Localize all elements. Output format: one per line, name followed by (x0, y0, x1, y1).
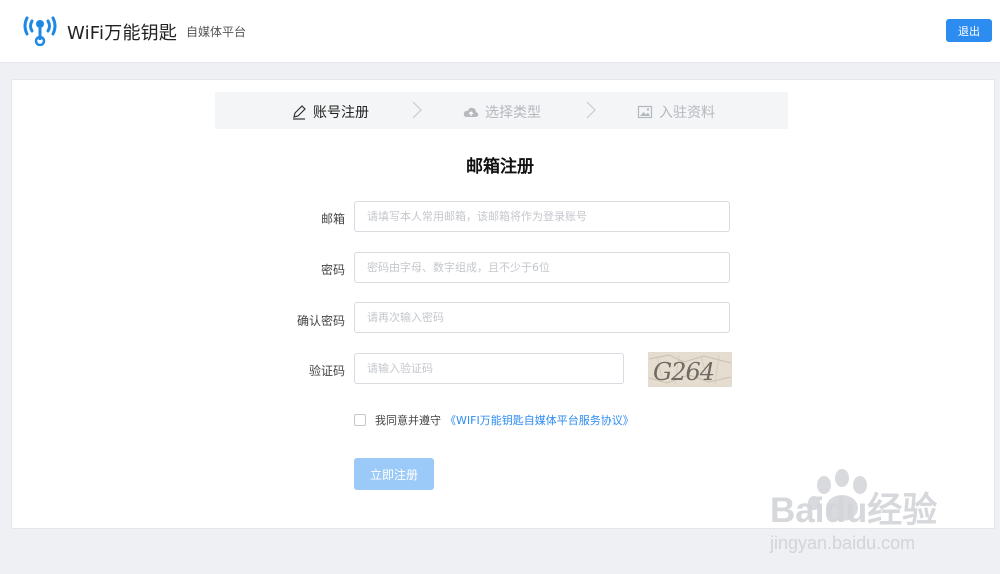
step-label: 选择类型 (485, 105, 541, 121)
chevron-right-icon (586, 101, 596, 119)
app-name: WiFi万能钥匙 (67, 23, 178, 44)
step-profile-info: 入驻资料 (637, 102, 715, 122)
wifi-key-logo-icon (23, 16, 57, 46)
service-agreement-link[interactable]: 《WIFI万能钥匙自媒体平台服务协议》 (445, 412, 634, 428)
captcha-image[interactable]: G264 (648, 352, 732, 387)
password-label: 密码 (320, 263, 345, 277)
step-account-register: 账号注册 (291, 102, 369, 122)
email-field[interactable] (354, 201, 730, 232)
captcha-text: G264 (653, 358, 714, 386)
confirm-password-field[interactable] (354, 302, 730, 333)
step-select-type: 选择类型 (463, 102, 541, 122)
agree-checkbox[interactable] (354, 414, 366, 426)
registration-steps: 账号注册 选择类型 入驻资料 (215, 92, 788, 129)
captcha-field[interactable] (354, 353, 624, 384)
agree-text: 我同意并遵守 (375, 414, 441, 427)
email-label: 邮箱 (320, 212, 345, 226)
logout-button[interactable]: 退出 (946, 19, 992, 42)
agreement-row: 我同意并遵守 《WIFI万能钥匙自媒体平台服务协议》 (354, 412, 634, 428)
chevron-right-icon (412, 101, 422, 119)
confirm-password-label: 确认密码 (296, 314, 345, 328)
password-field[interactable] (354, 252, 730, 283)
captcha-label: 验证码 (308, 364, 345, 378)
pencil-icon (293, 105, 306, 120)
form-title: 邮箱注册 (466, 157, 534, 177)
step-label: 入驻资料 (659, 105, 715, 121)
image-icon (637, 105, 653, 119)
watermark-brand: Baidu经验 (770, 491, 937, 530)
app-subtitle: 自媒体平台 (186, 25, 247, 39)
watermark-url: jingyan.baidu.com (769, 533, 915, 553)
register-button[interactable]: 立即注册 (354, 458, 434, 490)
baidu-jingyan-watermark: Baidu经验 jingyan.baidu.com (769, 469, 937, 553)
top-header: WiFi万能钥匙 自媒体平台 退出 (0, 0, 1000, 63)
step-label: 账号注册 (313, 105, 369, 121)
cloud-icon (463, 107, 479, 117)
